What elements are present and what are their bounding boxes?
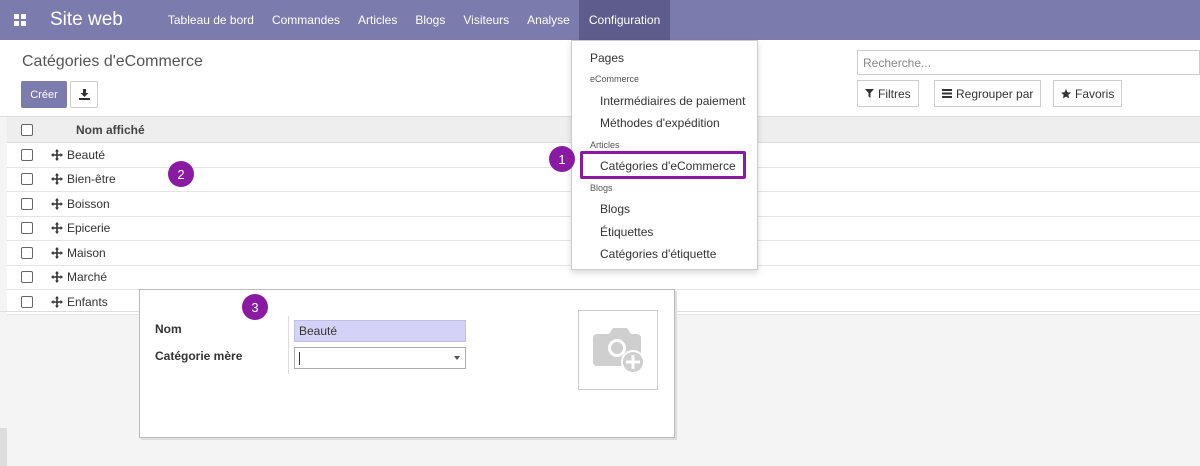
drag-handle-icon[interactable] — [51, 173, 63, 186]
row-checkbox[interactable] — [21, 173, 33, 186]
left-edge-strip — [0, 428, 7, 466]
menu-item-tag-categories[interactable]: Catégories d'étiquette — [600, 247, 716, 261]
row-checkbox[interactable] — [21, 222, 33, 235]
menu-item-pages[interactable]: Pages — [590, 51, 624, 65]
row-label: Enfants — [67, 294, 108, 309]
step-badge-2: 2 — [168, 161, 194, 187]
name-input[interactable]: Beauté — [294, 320, 466, 342]
nav-visiteurs[interactable]: Visiteurs — [454, 0, 518, 40]
search-input[interactable] — [857, 50, 1200, 75]
nav-tableau-de-bord[interactable]: Tableau de bord — [159, 0, 263, 40]
top-navbar: Site web Tableau de bord Commandes Artic… — [0, 0, 1200, 40]
app-title[interactable]: Site web — [50, 9, 123, 31]
menu-item-tags[interactable]: Étiquettes — [600, 225, 653, 239]
filter-icon — [865, 89, 874, 98]
drag-handle-icon[interactable] — [51, 246, 63, 259]
column-header-name[interactable]: Nom affiché — [76, 123, 145, 137]
highlight-box — [580, 151, 746, 179]
download-button[interactable] — [70, 81, 98, 108]
row-checkbox[interactable] — [21, 197, 33, 210]
drag-handle-icon[interactable] — [51, 222, 63, 235]
parent-category-label: Catégorie mère — [155, 349, 243, 363]
row-label: Maison — [67, 245, 106, 260]
menu-item-blogs[interactable]: Blogs — [600, 202, 630, 216]
nav-configuration[interactable]: Configuration — [578, 0, 671, 40]
menu-header-ecommerce: eCommerce — [590, 74, 640, 84]
favorites-label: Favoris — [1075, 86, 1115, 101]
nav-blogs[interactable]: Blogs — [406, 0, 454, 40]
parent-category-select[interactable] — [294, 347, 466, 369]
category-form: Nom Catégorie mère Beauté — [139, 289, 675, 438]
form-separator — [288, 316, 289, 374]
row-label: Beauté — [67, 147, 106, 162]
favorites-button[interactable]: Favoris — [1053, 80, 1123, 107]
name-label: Nom — [155, 322, 182, 336]
nav-commandes[interactable]: Commandes — [263, 0, 349, 40]
menu-item-payment-providers[interactable]: Intermédiaires de paiement — [600, 94, 745, 108]
nav-analyse[interactable]: Analyse — [518, 0, 579, 40]
image-upload[interactable] — [578, 310, 658, 390]
row-checkbox[interactable] — [21, 295, 33, 308]
camera-plus-icon — [593, 328, 645, 374]
menu-header-articles: Articles — [590, 140, 620, 150]
drag-handle-icon[interactable] — [51, 295, 63, 308]
row-label: Boisson — [67, 196, 110, 211]
row-checkbox[interactable] — [21, 148, 33, 161]
step-badge-1: 1 — [549, 146, 575, 172]
filters-label: Filtres — [878, 86, 911, 101]
filters-button[interactable]: Filtres — [857, 80, 919, 107]
row-checkbox[interactable] — [21, 246, 33, 259]
group-by-button[interactable]: Regrouper par — [934, 80, 1042, 107]
apps-grid-icon[interactable] — [0, 0, 40, 40]
drag-handle-icon[interactable] — [51, 271, 63, 284]
row-label: Marché — [67, 270, 108, 285]
select-all-checkbox[interactable] — [21, 123, 33, 136]
drag-handle-icon[interactable] — [51, 148, 63, 161]
caret-down-icon[interactable] — [454, 356, 460, 360]
create-button[interactable]: Créer — [21, 81, 67, 108]
download-icon — [78, 89, 90, 100]
group-by-label: Regrouper par — [956, 86, 1034, 101]
row-label: Epicerie — [67, 221, 111, 236]
menu-item-shipping-methods[interactable]: Méthodes d'expédition — [600, 116, 720, 130]
breadcrumb: Catégories d'eCommerce — [22, 53, 203, 70]
menu-header-blogs: Blogs — [590, 183, 613, 193]
star-icon — [1061, 88, 1071, 98]
bars-icon — [942, 89, 952, 98]
text-cursor — [299, 352, 300, 365]
nav-articles[interactable]: Articles — [349, 0, 406, 40]
row-checkbox[interactable] — [21, 271, 33, 284]
row-label: Bien-être — [67, 172, 116, 187]
step-badge-3: 3 — [242, 294, 268, 320]
drag-handle-icon[interactable] — [51, 197, 63, 210]
